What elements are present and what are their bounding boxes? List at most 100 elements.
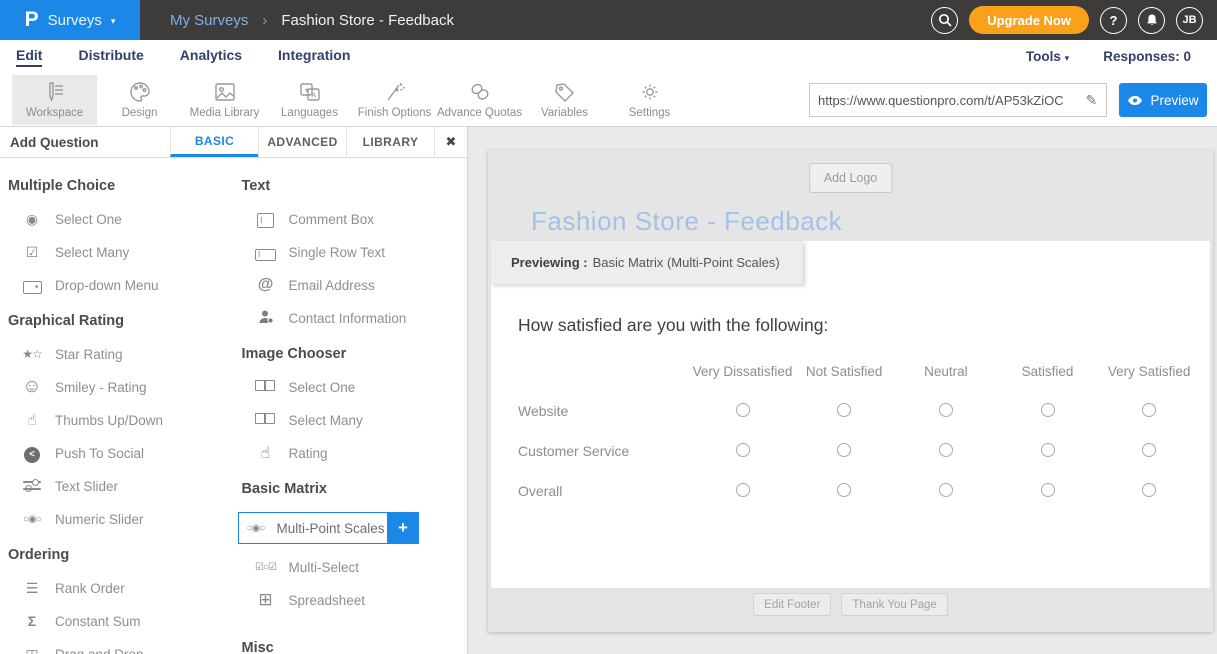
survey-card-header: Add Logo Fashion Store - Feedback <box>488 150 1213 241</box>
tab-advanced[interactable]: ADVANCED <box>258 127 346 157</box>
tab-library[interactable]: LIBRARY <box>346 127 434 157</box>
section-misc: Misc <box>242 640 468 654</box>
search-button[interactable] <box>931 7 958 34</box>
toolbar-advance-quotas[interactable]: Advance Quotas <box>437 75 522 125</box>
breadcrumb-my-surveys[interactable]: My Surveys <box>170 12 248 29</box>
tab-analytics[interactable]: Analytics <box>180 47 242 67</box>
section-graphical-rating: Graphical Rating <box>8 313 234 329</box>
row-label: Website <box>518 403 692 419</box>
qtype-push-to-social[interactable]: < Push To Social <box>20 443 234 463</box>
avatar-initials: JB <box>1182 14 1196 26</box>
spreadsheet-icon: ⊞ <box>254 590 278 610</box>
radio-website-2[interactable] <box>837 403 851 417</box>
tab-edit[interactable]: Edit <box>16 47 42 67</box>
qtype-numeric-slider[interactable]: ○◉○ Numeric Slider <box>20 509 234 529</box>
questionpro-logo-icon: P <box>25 8 39 32</box>
survey-nav: Edit Distribute Analytics Integration To… <box>0 40 1217 73</box>
sigma-icon: Σ <box>20 613 44 629</box>
thumbs-icon: ☝ <box>20 410 44 430</box>
qtype-contact-information[interactable]: Contact Information <box>254 308 468 328</box>
qtype-email-address[interactable]: @ Email Address <box>254 275 468 295</box>
tab-basic[interactable]: BASIC <box>170 127 258 157</box>
qtype-constant-sum[interactable]: Σ Constant Sum <box>20 611 234 631</box>
qtype-comment-box[interactable]: I Comment Box <box>254 209 468 229</box>
radio-overall-5[interactable] <box>1142 483 1156 497</box>
radio-customer-service-3[interactable] <box>939 443 953 457</box>
matrix-header-row: Very Dissatisfied Not Satisfied Neutral … <box>518 362 1200 380</box>
radio-website-3[interactable] <box>939 403 953 417</box>
tools-menu[interactable]: Tools ▾ <box>1026 49 1069 64</box>
preview-button[interactable]: Preview <box>1119 83 1207 117</box>
survey-title[interactable]: Fashion Store - Feedback <box>531 206 842 237</box>
toolbar-workspace[interactable]: Workspace <box>12 75 97 125</box>
multi-point-icon: ○◉○ <box>244 523 268 534</box>
qtype-image-select-one[interactable]: Select One <box>254 377 468 397</box>
at-icon: @ <box>254 276 278 294</box>
qtype-multi-point-scales[interactable]: ○◉○ Multi-Point Scales <box>238 512 388 544</box>
radio-website-1[interactable] <box>736 403 750 417</box>
qtype-single-row-text[interactable]: I Single Row Text <box>254 242 468 262</box>
notifications-button[interactable] <box>1138 7 1165 34</box>
radio-overall-2[interactable] <box>837 483 851 497</box>
matrix-table: Very Dissatisfied Not Satisfied Neutral … <box>518 362 1200 500</box>
col-very-satisfied: Very Satisfied <box>1098 364 1200 379</box>
qtype-multi-point-scales-row: ○◉○ Multi-Point Scales + <box>238 512 468 544</box>
add-logo-button[interactable]: Add Logo <box>809 163 893 193</box>
matrix-question: How satisfied are you with the following… <box>518 315 1200 522</box>
toolbar-variables[interactable]: Variables <box>522 75 607 125</box>
toolbar-settings[interactable]: Settings <box>607 75 692 125</box>
question-text[interactable]: How satisfied are you with the following… <box>518 315 1200 336</box>
tab-distribute[interactable]: Distribute <box>78 47 143 67</box>
radio-overall-3[interactable] <box>939 483 953 497</box>
toolbar-languages[interactable]: ★A Languages <box>267 75 352 125</box>
qtype-smiley-rating[interactable]: ☺ Smiley - Rating <box>20 377 234 397</box>
qtype-spreadsheet[interactable]: ⊞ Spreadsheet <box>254 590 468 610</box>
qtype-image-rating[interactable]: ☝ Rating <box>254 443 468 463</box>
radio-customer-service-5[interactable] <box>1142 443 1156 457</box>
qtype-image-select-many[interactable]: Select Many <box>254 410 468 430</box>
radio-website-4[interactable] <box>1041 403 1055 417</box>
qtype-multi-select[interactable]: ☑○☑ Multi-Select <box>254 557 468 577</box>
toolbar-media-library[interactable]: Media Library <box>182 75 267 125</box>
toolbar-design[interactable]: Design <box>97 75 182 125</box>
topbar: P Surveys ▾ My Surveys › Fashion Store -… <box>0 0 1217 40</box>
svg-text:★: ★ <box>304 86 310 94</box>
toolbar-finish-options[interactable]: Finish Options <box>352 75 437 125</box>
radio-website-5[interactable] <box>1142 403 1156 417</box>
upgrade-now-button[interactable]: Upgrade Now <box>969 6 1089 34</box>
edit-url-button[interactable]: ✎ <box>1077 83 1107 117</box>
smiley-icon: ☺ <box>20 376 44 398</box>
qtype-text-slider[interactable]: Text Slider <box>20 476 234 496</box>
qtype-dropdown-menu[interactable]: ▾ Drop-down Menu <box>20 275 234 295</box>
surveys-menu[interactable]: P Surveys ▾ <box>0 0 140 40</box>
qtype-select-one[interactable]: ◉ Select One <box>20 209 234 229</box>
qtype-thumbs-up-down[interactable]: ☝ Thumbs Up/Down <box>20 410 234 430</box>
close-icon: ✖ <box>446 134 457 150</box>
radio-overall-4[interactable] <box>1041 483 1055 497</box>
qtype-rank-order[interactable]: ☰ Rank Order <box>20 578 234 598</box>
question-column-1: Multiple Choice ◉ Select One ☑ Select Ma… <box>0 158 234 654</box>
checkbox-list-icon: ☑ <box>20 244 44 261</box>
survey-card-footer: Edit Footer Thank You Page <box>488 588 1213 632</box>
avatar[interactable]: JB <box>1176 7 1203 34</box>
radio-customer-service-2[interactable] <box>837 443 851 457</box>
responses-count[interactable]: Responses: 0 <box>1103 49 1191 64</box>
close-panel-button[interactable]: ✖ <box>434 127 467 157</box>
thank-you-page-button[interactable]: Thank You Page <box>841 593 947 616</box>
image-select-many-icon <box>254 412 278 428</box>
tab-integration[interactable]: Integration <box>278 47 350 67</box>
eye-icon <box>1127 95 1143 106</box>
edit-footer-button[interactable]: Edit Footer <box>753 593 831 616</box>
col-neutral: Neutral <box>895 364 997 379</box>
help-button[interactable]: ? <box>1100 7 1127 34</box>
row-label: Customer Service <box>518 443 692 459</box>
qtype-drag-and-drop[interactable]: ◫ Drag and Drop <box>20 644 234 654</box>
radio-customer-service-1[interactable] <box>736 443 750 457</box>
numeric-slider-icon: ○◉○ <box>20 514 44 525</box>
radio-overall-1[interactable] <box>736 483 750 497</box>
radio-customer-service-4[interactable] <box>1041 443 1055 457</box>
survey-url-input[interactable] <box>809 83 1077 117</box>
qtype-star-rating[interactable]: ★☆ Star Rating <box>20 344 234 364</box>
add-question-plus-button[interactable]: + <box>388 512 419 544</box>
qtype-select-many[interactable]: ☑ Select Many <box>20 242 234 262</box>
